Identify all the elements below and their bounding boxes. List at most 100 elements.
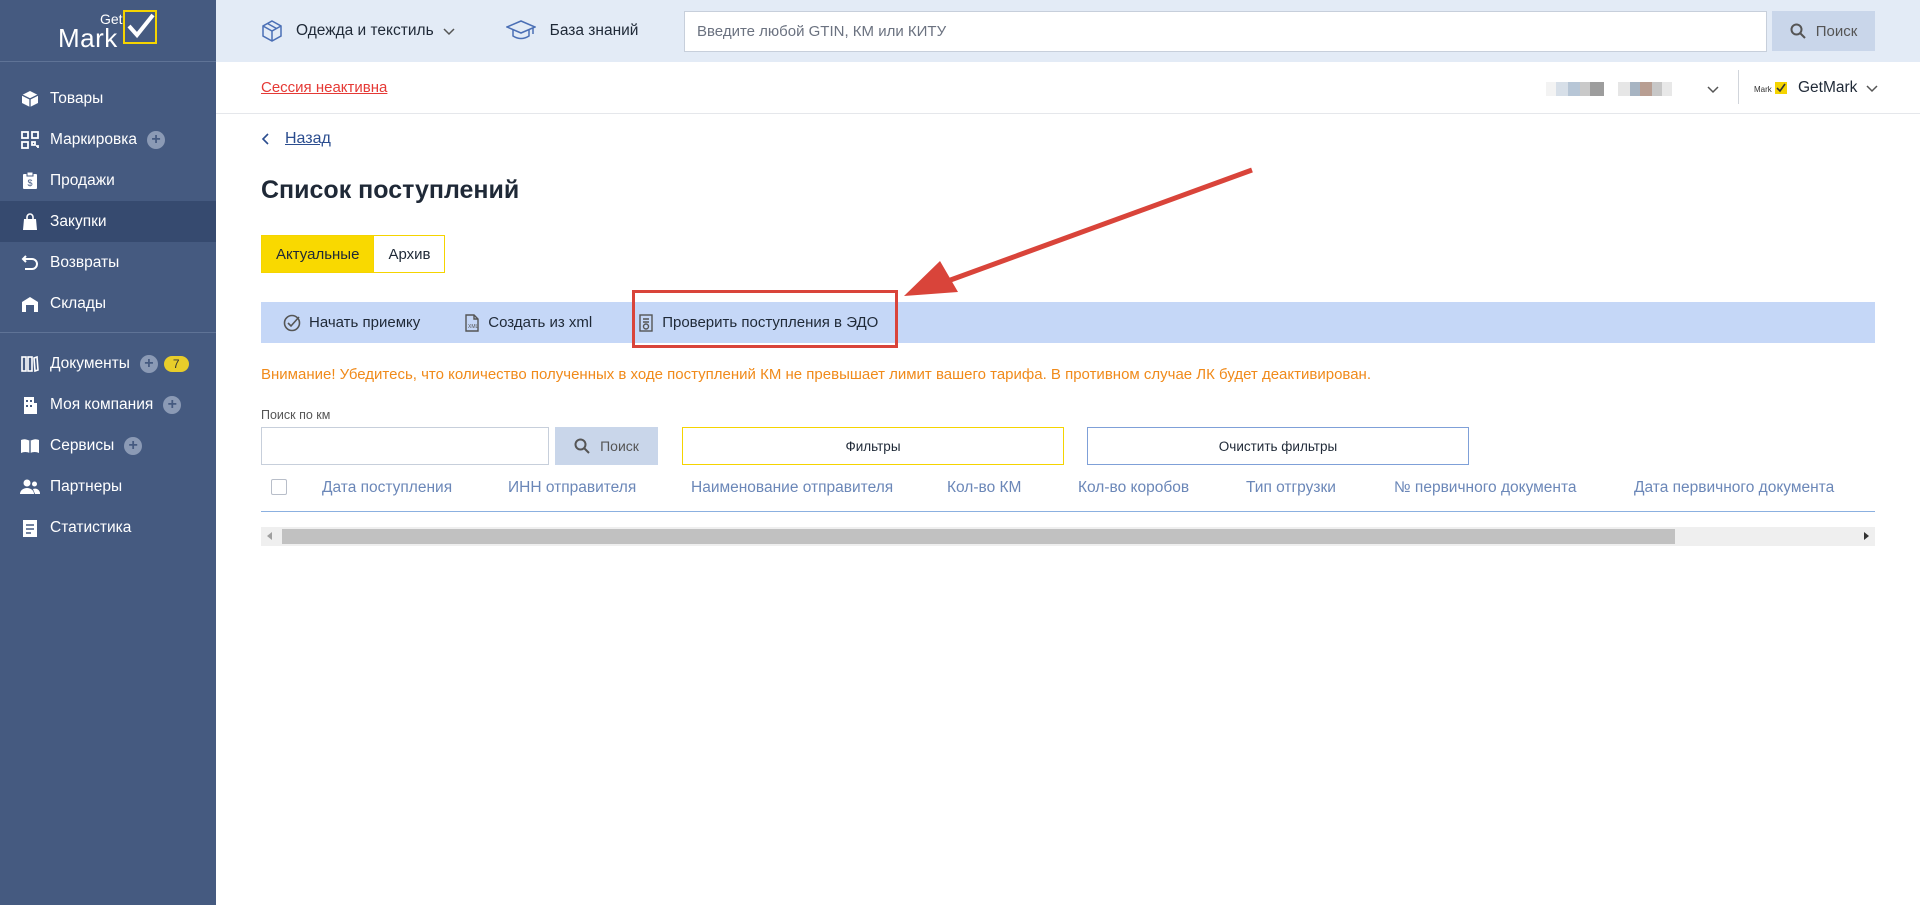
session-status-link[interactable]: Сессия неактивна (261, 79, 387, 96)
chevron-down-icon (1866, 85, 1878, 93)
sidebar-item-vozvraty[interactable]: Возвраты (0, 242, 216, 283)
sidebar-item-dokumenty[interactable]: Документы + 7 (0, 343, 216, 384)
add-markirovka-icon[interactable]: + (146, 130, 165, 149)
column-header[interactable]: № первичного документа (1394, 479, 1577, 497)
sidebar-item-label: Товары (50, 89, 104, 107)
session-bar: Сессия неактивна Mark GetMark (216, 62, 1920, 114)
search-icon (1790, 23, 1806, 39)
filters-button[interactable]: Фильтры (682, 427, 1064, 465)
sidebar-item-prodazhi[interactable]: $ Продажи (0, 160, 216, 201)
sidebar-item-label: Сервисы (50, 436, 115, 454)
organization-select[interactable]: Mark GetMark (1754, 79, 1879, 97)
search-icon (574, 438, 590, 454)
tariff-warning: Внимание! Убедитесь, что количество полу… (261, 366, 1371, 383)
sidebar-item-label: Склады (50, 294, 106, 312)
sidebar-item-label: Моя компания (50, 395, 154, 413)
organization-logo-icon: Mark (1754, 80, 1788, 96)
check-circle-icon (283, 314, 301, 331)
svg-text:XML: XML (468, 324, 479, 330)
knowledge-base-label: База знаний (549, 22, 639, 39)
annotation-arrow (904, 167, 1253, 296)
documents-count-badge: 7 (163, 355, 189, 372)
global-search-input[interactable] (684, 11, 1767, 52)
logo-mark-text: Mark (58, 22, 118, 53)
package-icon (262, 20, 282, 42)
scroll-right-icon[interactable] (1864, 532, 1869, 540)
sidebar-item-servisy[interactable]: Сервисы + (0, 425, 216, 466)
svg-text:$: $ (27, 178, 32, 188)
chevron-down-icon[interactable] (1706, 82, 1720, 96)
building-icon (20, 395, 40, 415)
sidebar: Get Mark Товары Маркировка + $ Продажи З… (0, 0, 216, 905)
column-header[interactable]: ИНН отправителя (508, 479, 636, 497)
category-label: Одежда и текстиль (296, 22, 434, 39)
search-button-label: Поиск (1815, 22, 1858, 40)
stats-icon (20, 518, 40, 538)
sidebar-item-moya-kompaniya[interactable]: Моя компания + (0, 384, 216, 425)
category-select[interactable]: Одежда и текстиль (260, 19, 468, 43)
logo[interactable]: Get Mark (0, 0, 216, 62)
sidebar-item-markirovka[interactable]: Маркировка + (0, 119, 216, 160)
sidebar-item-label: Партнеры (50, 477, 123, 495)
chevron-down-icon (443, 28, 455, 36)
qr-icon (20, 130, 40, 150)
back-link[interactable]: Назад (261, 130, 331, 148)
knowledge-base-link[interactable]: База знаний (505, 19, 639, 43)
add-company-icon[interactable]: + (163, 395, 182, 414)
add-document-icon[interactable]: + (139, 354, 158, 373)
receipt-icon: $ (20, 171, 40, 191)
annotation-highlight-box (632, 290, 898, 348)
sidebar-item-tovary[interactable]: Товары (0, 78, 216, 119)
account-info-blurred[interactable] (1546, 82, 1681, 96)
sidebar-item-label: Маркировка (50, 130, 137, 148)
scroll-left-icon[interactable] (267, 532, 272, 540)
sidebar-item-label: Возвраты (50, 253, 120, 271)
warehouse-icon (20, 294, 40, 314)
sidebar-item-partnery[interactable]: Партнеры (0, 466, 216, 507)
page-title: Список поступлений (261, 176, 520, 204)
box-icon (20, 89, 40, 109)
clear-filters-button[interactable]: Очистить фильтры (1087, 427, 1469, 465)
sidebar-item-sklady[interactable]: Склады (0, 283, 216, 324)
global-search-button[interactable]: Поиск (1772, 11, 1875, 51)
column-header[interactable]: Дата первичного документа (1634, 479, 1834, 497)
column-header[interactable]: Кол-во коробов (1078, 479, 1189, 497)
receipts-table-header: Дата поступления ИНН отправителя Наимено… (261, 474, 1875, 512)
shopping-bag-icon (20, 212, 40, 232)
select-all-checkbox[interactable] (271, 479, 287, 495)
km-search-input[interactable] (261, 427, 549, 465)
tab-archive[interactable]: Архив (374, 235, 446, 273)
tab-actual[interactable]: Актуальные (261, 235, 375, 273)
xml-file-icon: XML (465, 313, 479, 332)
scrollbar-thumb[interactable] (282, 529, 1675, 544)
km-search-button[interactable]: Поиск (555, 427, 658, 465)
header-divider (1738, 70, 1739, 104)
start-receiving-label: Начать приемку (309, 314, 421, 331)
graduation-cap-icon (505, 20, 536, 40)
table-horizontal-scrollbar[interactable] (261, 527, 1875, 546)
tabs: Актуальные Архив (261, 235, 446, 273)
svg-text:Mark: Mark (1754, 85, 1773, 94)
column-header[interactable]: Кол-во КМ (947, 479, 1021, 497)
sidebar-item-zakupki[interactable]: Закупки (0, 201, 216, 242)
organization-name: GetMark (1798, 79, 1858, 96)
create-from-xml-button[interactable]: XML Создать из xml (464, 313, 593, 332)
sidebar-item-statistika[interactable]: Статистика (0, 507, 216, 548)
km-search-button-label: Поиск (600, 438, 639, 454)
add-service-icon[interactable]: + (124, 436, 143, 455)
create-from-xml-label: Создать из xml (488, 314, 593, 331)
sidebar-item-label: Закупки (50, 212, 107, 230)
top-bar: Одежда и текстиль База знаний Поиск (216, 0, 1920, 62)
chevron-left-icon (261, 133, 269, 145)
sidebar-divider (0, 332, 216, 333)
column-header[interactable]: Дата поступления (322, 479, 452, 497)
sidebar-item-label: Продажи (50, 171, 115, 189)
book-icon (20, 436, 40, 456)
documents-icon (20, 354, 40, 374)
column-header[interactable]: Тип отгрузки (1246, 479, 1336, 497)
start-receiving-button[interactable]: Начать приемку (283, 314, 420, 332)
column-header[interactable]: Наименование отправителя (691, 479, 893, 497)
back-link-label[interactable]: Назад (285, 130, 331, 148)
people-icon (20, 477, 40, 497)
km-search-label: Поиск по км (261, 408, 331, 422)
